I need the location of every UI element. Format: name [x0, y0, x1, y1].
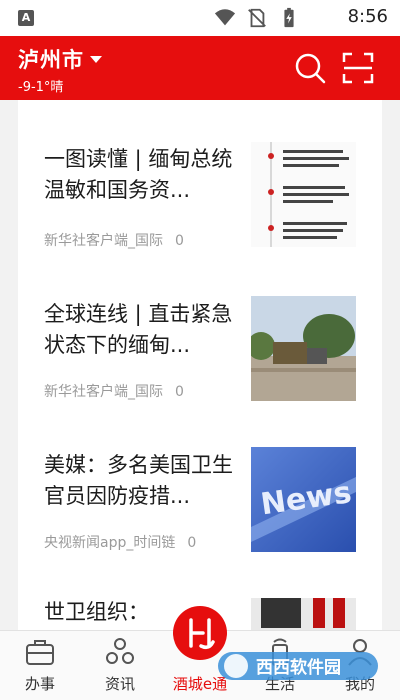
- nav-label: 办事: [24, 675, 55, 693]
- news-source: 新华社客户端_国际: [44, 384, 163, 400]
- news-thumbnail: [251, 142, 356, 247]
- news-meta: 新华社客户端_国际 0: [44, 230, 184, 250]
- watermark-text: 西西软件园: [256, 657, 341, 678]
- comment-count: 0: [175, 233, 184, 249]
- city-selector[interactable]: 泸州市: [18, 44, 102, 74]
- news-thumbnail: [251, 296, 356, 401]
- nav-item-zixun[interactable]: 资讯: [80, 631, 160, 700]
- status-bar: A 8:56: [0, 0, 400, 36]
- news-meta: 新华社客户端_国际 0: [44, 381, 184, 401]
- news-thumbnail: [251, 598, 356, 630]
- notification-badge: A: [18, 10, 34, 26]
- weather-text: -9-1°晴: [18, 80, 64, 95]
- app-header: 泸州市 -9-1°晴: [0, 36, 400, 100]
- battery-charging-icon: [284, 7, 294, 28]
- people-icon: [106, 638, 134, 664]
- watermark-logo: 西西软件园: [218, 652, 378, 680]
- news-title: 全球连线 | 直击紧急状态下的缅甸...: [44, 302, 233, 357]
- comment-count: 0: [175, 384, 184, 400]
- briefcase-icon: [26, 640, 54, 665]
- nav-label: 资讯: [104, 675, 135, 693]
- news-meta: 央视新闻app_时间链 0: [44, 532, 196, 552]
- wifi-icon: [214, 9, 236, 26]
- news-item[interactable]: 美媒：多名美国卫生官员因防疫措... 央视新闻app_时间链 0 News: [18, 430, 382, 570]
- news-title: 一图读懂 | 缅甸总统温敏和国务资...: [44, 147, 233, 202]
- city-name: 泸州市: [18, 48, 84, 72]
- news-source: 新华社客户端_国际: [44, 233, 163, 249]
- search-icon[interactable]: [294, 52, 326, 84]
- news-item[interactable]: 一图读懂 | 缅甸总统温敏和国务资... 新华社客户端_国际 0: [18, 120, 382, 260]
- news-item[interactable]: 全球连线 | 直击紧急状态下的缅甸... 新华社客户端_国际 0: [18, 275, 382, 415]
- news-source: 央视新闻app_时间链: [44, 535, 176, 551]
- news-title: 美媒：多名美国卫生官员因防疫措...: [44, 453, 233, 508]
- chevron-down-icon: [90, 55, 102, 63]
- news-thumbnail: News: [251, 447, 356, 552]
- clock: 8:56: [347, 6, 388, 27]
- news-feed[interactable]: 一图读懂 | 缅甸总统温敏和国务资... 新华社客户端_国际 0 全球连线 | 直…: [18, 100, 382, 630]
- comment-count: 0: [187, 535, 197, 551]
- nav-item-banshi[interactable]: 办事: [0, 631, 80, 700]
- no-sim-icon: [248, 8, 266, 28]
- scan-icon[interactable]: [342, 52, 374, 84]
